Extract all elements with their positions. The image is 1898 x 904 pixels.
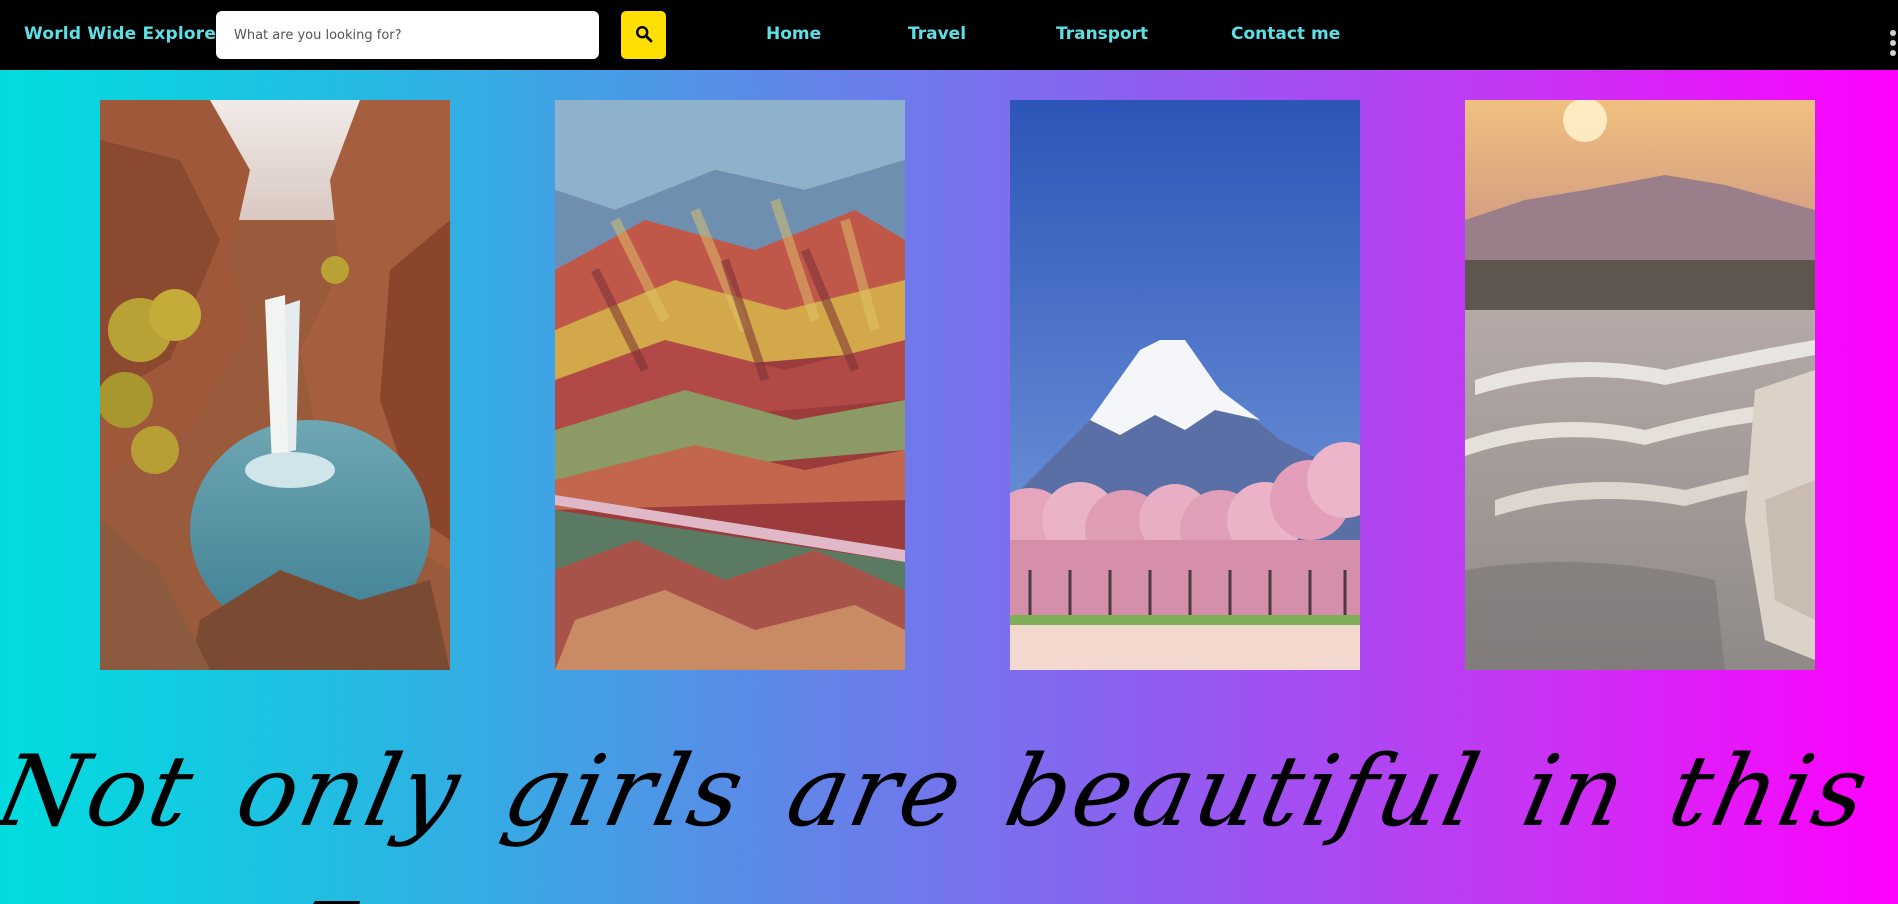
site-brand[interactable]: World Wide Explorers [24,24,235,44]
nav-transport[interactable]: Transport [1056,24,1148,44]
top-navbar: World Wide Explorers Home Travel Transpo… [0,0,1898,70]
nav-contact-me[interactable]: Contact me [1231,24,1340,44]
nav-travel[interactable]: Travel [908,24,966,44]
waterfall-canyon-photo [100,100,450,670]
search-icon [635,25,653,46]
nav-home[interactable]: Home [766,24,821,44]
rainbow-mountains-photo [555,100,905,670]
search-input[interactable] [216,11,599,59]
kebab-menu-icon[interactable] [1890,30,1898,64]
snowy-mountain-cherry-blossoms-photo [1010,100,1360,670]
next-heading-fragment [300,893,360,904]
tagline-heading: Not only girls are beautiful in this wor… [0,735,1898,849]
travertine-terraces-photo [1465,100,1815,670]
search-button[interactable] [621,11,666,59]
